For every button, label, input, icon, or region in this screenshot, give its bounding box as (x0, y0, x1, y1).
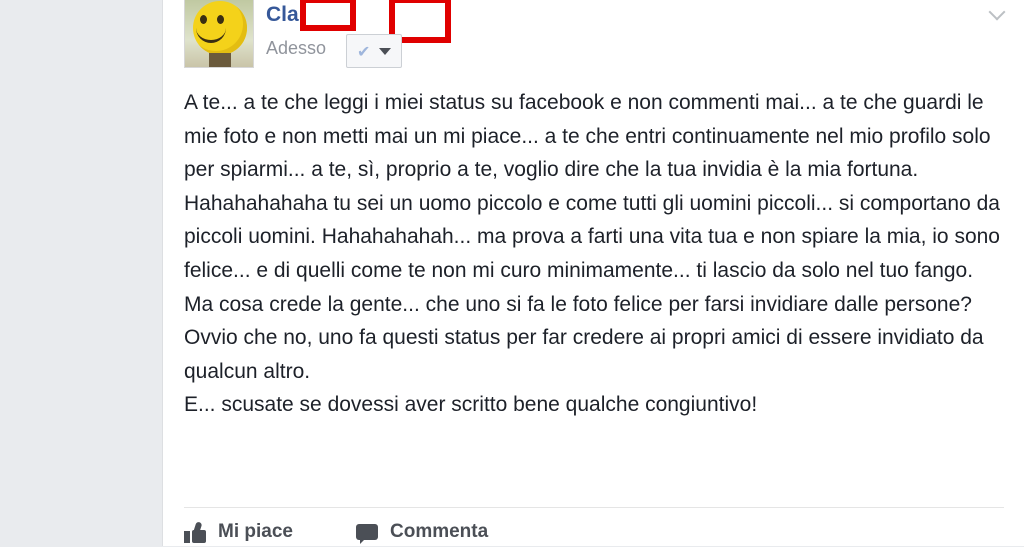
actions-divider (184, 507, 1004, 508)
post-text: A te... a te che leggi i miei status su … (184, 86, 1016, 422)
comment-label: Commenta (390, 521, 489, 542)
audience-selector[interactable]: ✔ (346, 34, 402, 68)
check-icon: ✔ (357, 44, 371, 61)
comment-bubble-icon (356, 522, 380, 544)
like-label: Mi piace (218, 521, 293, 542)
avatar-eye-right (217, 15, 224, 24)
avatar-neck (209, 53, 231, 67)
post-timestamp[interactable]: Adesso (266, 38, 326, 59)
post-paragraph-2: Ma cosa crede la gente... che uno si fa … (184, 292, 984, 383)
post-paragraph-1: A te... a te che leggi i miei status su … (184, 91, 1000, 282)
author-avatar[interactable] (184, 0, 254, 68)
redaction-box-1 (300, 0, 356, 31)
post-card: Cla Fa Adesso ✔ A te... a te che leggi i… (162, 0, 1024, 546)
page-background (0, 0, 162, 546)
caret-down-icon (379, 48, 391, 55)
thumbs-up-icon (184, 521, 208, 544)
post-paragraph-3: E... scusate se dovessi aver scritto ben… (184, 393, 758, 417)
post-options-chevron-icon[interactable] (988, 3, 1006, 21)
author-name-first[interactable]: Cla (266, 3, 299, 27)
avatar-eye-left (200, 15, 207, 24)
